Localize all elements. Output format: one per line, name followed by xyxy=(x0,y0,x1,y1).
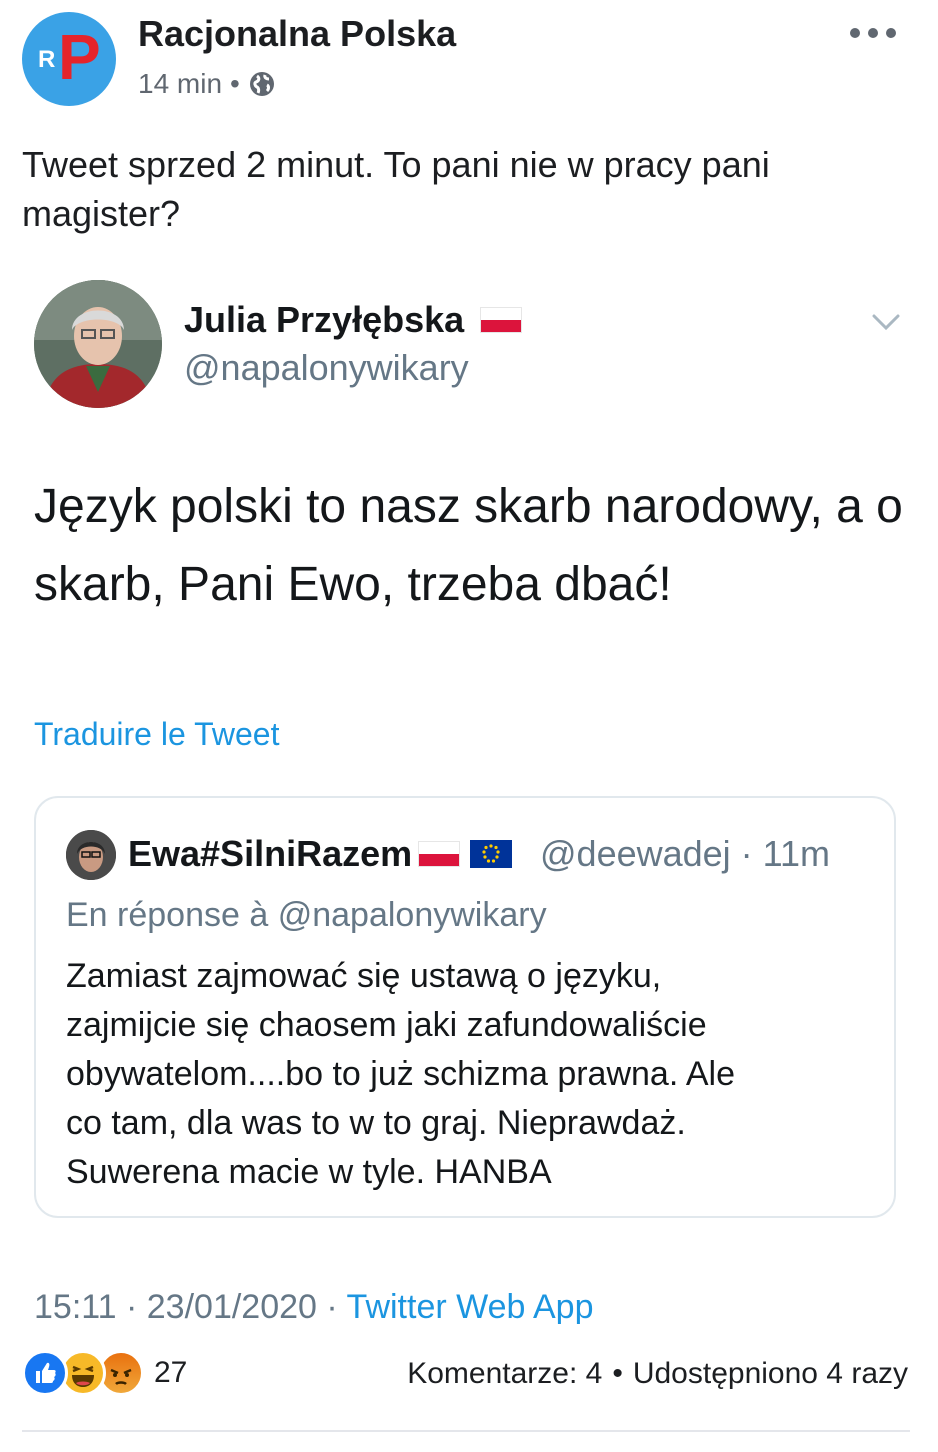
like-icon xyxy=(22,1350,68,1396)
translate-tweet-link: Traduire le Tweet xyxy=(34,716,280,752)
tweet-author-name-text: Julia Przyłębska xyxy=(184,299,465,340)
tweet-footer-clip: 15:11 · 23/01/2020 · Twitter Web App xyxy=(0,1284,938,1324)
post-time[interactable]: 14 min xyxy=(138,66,222,102)
tweet-footer: 15:11 · 23/01/2020 · Twitter Web App xyxy=(34,1284,593,1324)
page-avatar[interactable]: P R xyxy=(22,12,116,106)
globe-icon[interactable] xyxy=(248,70,276,98)
comments-count-link[interactable]: Komentarze: 4 xyxy=(407,1354,602,1394)
eu-flag-icon xyxy=(470,840,513,868)
reply-mention: @napalonywikary xyxy=(277,896,547,934)
tweet-author-avatar xyxy=(34,280,162,408)
avatar-letter-r: R xyxy=(38,46,56,73)
tweet-source: Twitter Web App xyxy=(346,1288,594,1324)
quoted-reply-context: En réponse à @napalonywikary xyxy=(66,892,547,938)
page-name-link[interactable]: Racjonalna Polska xyxy=(138,12,456,56)
shares-count-link[interactable]: Udostępniono 4 razy xyxy=(633,1354,908,1394)
post-text: Tweet sprzed 2 minut. To pani nie w prac… xyxy=(22,144,770,234)
quoted-author-avatar xyxy=(66,830,116,880)
tweet-author-handle: @napalonywikary xyxy=(184,347,469,388)
quoted-tweet-text: Zamiast zajmować się ustawą o języku, za… xyxy=(66,957,735,1191)
poland-flag-icon xyxy=(418,841,461,867)
reaction-count: 27 xyxy=(154,1356,188,1389)
post-meta: 14 min • xyxy=(138,66,276,102)
avatar-letter-p: P xyxy=(58,21,101,93)
tweet-author-name: Julia Przyłębska xyxy=(184,296,523,344)
chevron-down-icon xyxy=(866,306,906,338)
poland-flag-icon xyxy=(480,307,523,333)
tweet-timestamp: 15:11 · 23/01/2020 · xyxy=(34,1288,347,1324)
reply-prefix: En réponse à xyxy=(66,896,278,934)
tweet-text: Język polski to nasz skarb narodowy, a o… xyxy=(34,480,903,611)
meta-separator: • xyxy=(230,68,240,99)
quoted-author-name-text: Ewa#SilniRazem xyxy=(128,833,413,874)
engagement-counts: Komentarze: 4 • Udostępniono 4 razy xyxy=(407,1354,908,1394)
counts-separator: • xyxy=(612,1357,623,1390)
quoted-author-handle: @deewadej · 11m xyxy=(540,833,831,874)
quoted-author-name: Ewa#SilniRazem xyxy=(128,830,513,878)
reactions-summary[interactable]: 27 xyxy=(22,1350,187,1396)
more-options-icon[interactable] xyxy=(850,26,896,40)
divider xyxy=(22,1430,910,1432)
